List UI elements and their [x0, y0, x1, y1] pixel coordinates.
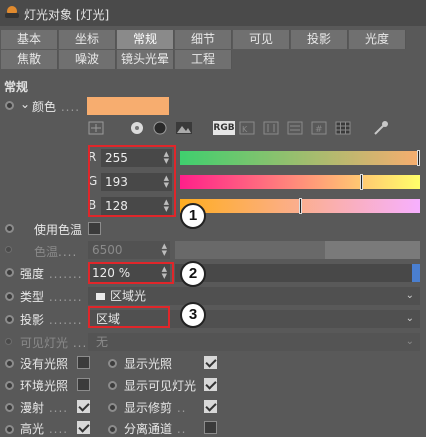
r-slider-handle[interactable] [417, 150, 420, 166]
animate-bullet[interactable] [5, 101, 14, 110]
separate-pass-checkbox[interactable] [204, 421, 217, 434]
animate-bullet[interactable] [5, 381, 14, 390]
color-swatch[interactable] [87, 97, 169, 115]
animate-bullet[interactable] [5, 268, 14, 277]
area-light-icon [96, 293, 105, 300]
specular-label: 高光 .... [20, 422, 69, 436]
tab-coordinates[interactable]: 坐标 [59, 30, 116, 49]
show-clipping-checkbox[interactable] [204, 400, 217, 413]
tab-details[interactable]: 细节 [175, 30, 232, 49]
shadow-label: 投影 ....... [20, 313, 83, 327]
expand-arrow-icon[interactable]: ⌄ [20, 97, 30, 111]
diffuse-label: 漫射 .... [20, 401, 69, 415]
separate-pass-label: 分离通道 .. [124, 422, 187, 436]
tab-noise[interactable]: 噪波 [59, 50, 116, 69]
specular-checkbox[interactable] [77, 421, 90, 434]
svg-text:K: K [242, 125, 248, 134]
callout-1: 1 [180, 203, 206, 229]
grid-icon[interactable] [334, 120, 352, 136]
animate-bullet[interactable] [108, 359, 117, 368]
ambient-label: 环境光照 [20, 379, 69, 393]
tab-project[interactable]: 工程 [175, 50, 232, 69]
intensity-highlight-box [88, 262, 174, 284]
ambient-checkbox[interactable] [77, 378, 90, 391]
animate-bullet[interactable] [5, 315, 14, 324]
temperature-slider-rest [325, 241, 420, 259]
color-label: 颜色 .... [32, 100, 81, 114]
gradient-icon[interactable] [151, 120, 169, 136]
tab-general[interactable]: 常规 [117, 30, 174, 49]
show-illumination-checkbox[interactable] [204, 356, 217, 369]
use-temperature-checkbox[interactable] [88, 222, 101, 235]
show-clipping-label: 显示修剪 .. [124, 401, 187, 415]
animate-bullet[interactable] [108, 403, 117, 412]
image-icon[interactable] [175, 120, 193, 136]
section-title: 常规 [4, 80, 29, 94]
no-illumination-checkbox[interactable] [77, 356, 90, 369]
eyedropper-icon[interactable] [372, 119, 390, 135]
animate-bullet[interactable] [108, 381, 117, 390]
animate-bullet[interactable] [5, 224, 14, 233]
rgb-highlight-box [88, 145, 176, 217]
tab-photometric[interactable]: 光度 [349, 30, 406, 49]
tab-caustics[interactable]: 焦散 [1, 50, 58, 69]
temperature-slider[interactable] [175, 241, 325, 259]
show-visible-light-checkbox[interactable] [204, 378, 217, 391]
no-illumination-label: 没有光照 [20, 357, 69, 371]
color-spectrum-icon[interactable] [128, 120, 146, 136]
g-slider-handle[interactable] [360, 174, 363, 190]
animate-bullet[interactable] [5, 292, 14, 301]
type-label: 类型 ....... [20, 290, 83, 304]
hex-icon[interactable]: # [310, 120, 328, 136]
light-object-icon [5, 6, 19, 19]
diffuse-checkbox[interactable] [77, 400, 90, 413]
callout-2: 2 [180, 261, 206, 287]
mixer-icon[interactable] [262, 120, 280, 136]
color-wheel-icon[interactable] [87, 120, 105, 136]
use-temperature-label: 使用色温 [34, 223, 83, 237]
tab-shadow[interactable]: 投影 [291, 30, 348, 49]
show-visible-light-label: 显示可见灯光 [124, 379, 197, 393]
rgb-mode-button[interactable]: RGB [213, 120, 235, 136]
swatches-icon[interactable] [286, 120, 304, 136]
window-title: 灯光对象 [灯光] [24, 8, 110, 22]
tab-basic[interactable]: 基本 [1, 30, 58, 49]
animate-bullet[interactable] [5, 403, 14, 412]
animate-bullet [5, 338, 12, 345]
callout-3: 3 [180, 302, 206, 328]
visible-light-label: 可见灯光 ... [20, 336, 88, 350]
show-illumination-label: 显示光照 [124, 357, 173, 371]
r-slider[interactable] [180, 151, 420, 165]
type-dropdown[interactable]: 区域光 ⌄ [88, 287, 420, 305]
animate-bullet [5, 246, 12, 253]
animate-bullet[interactable] [5, 359, 14, 368]
intensity-slider[interactable] [175, 264, 412, 282]
intensity-slider-fill [412, 264, 420, 282]
temperature-input[interactable]: 6500 ▲ ▼ [88, 241, 170, 259]
intensity-label: 强度 ....... [20, 267, 83, 281]
b-slider-handle[interactable] [299, 198, 302, 214]
kelvin-icon[interactable]: K [238, 120, 256, 136]
svg-text:#: # [315, 125, 323, 135]
tab-lens-flare[interactable]: 镜头光晕 [117, 50, 174, 69]
tab-visibility[interactable]: 可见 [233, 30, 290, 49]
g-slider[interactable] [180, 175, 420, 189]
shadow-highlight-box [88, 306, 170, 328]
temperature-label: 色温.... [34, 245, 78, 259]
visible-light-dropdown[interactable]: 无 ⌄ [88, 333, 420, 351]
